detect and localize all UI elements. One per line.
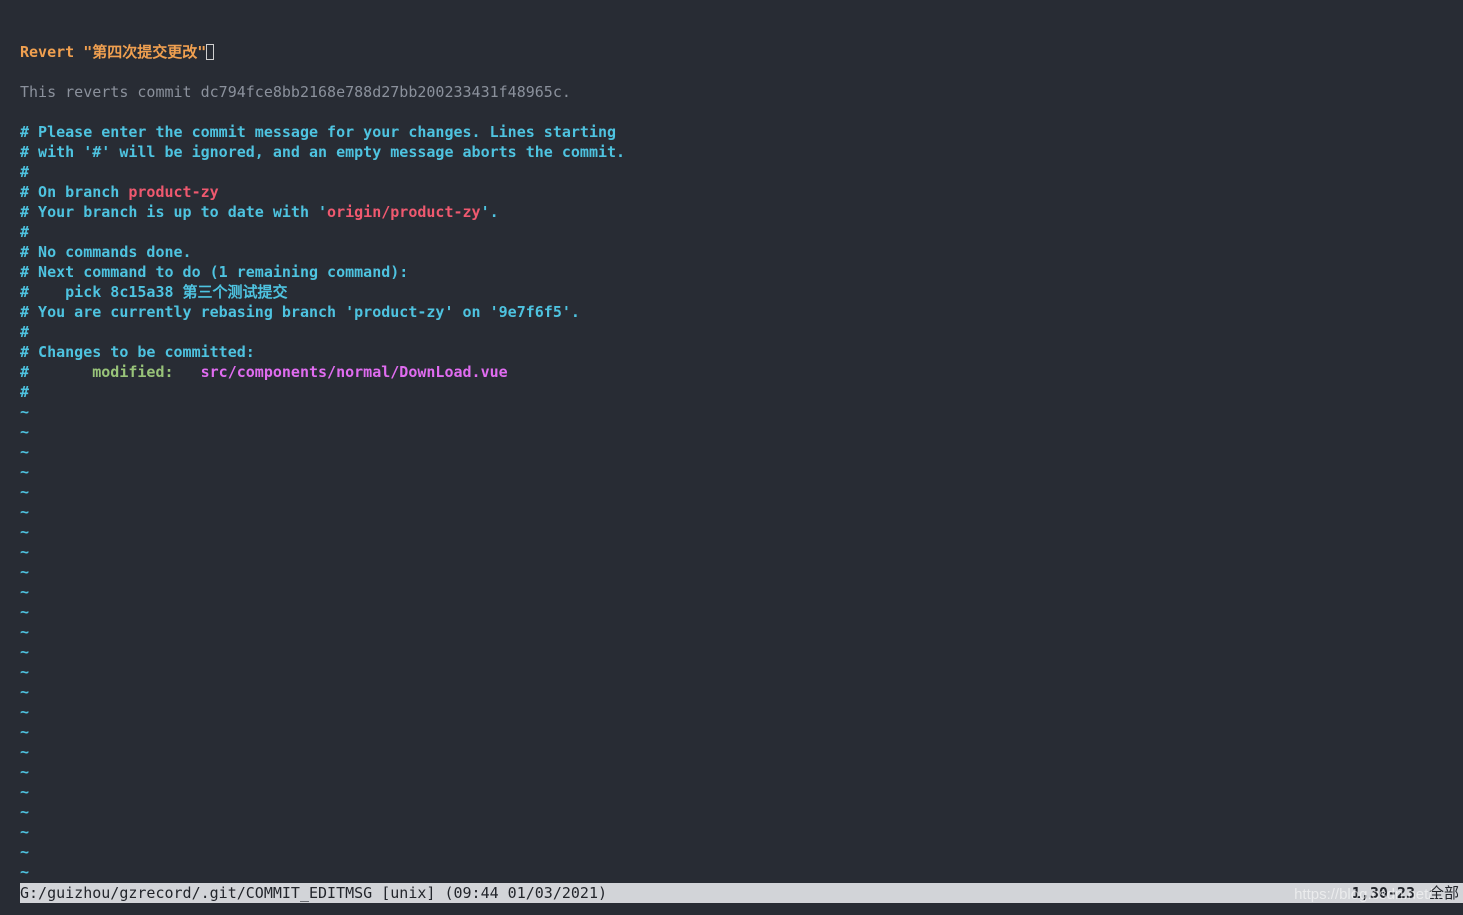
tilde-line: ~ — [20, 643, 30, 661]
modified-label: modified: — [92, 363, 174, 381]
pick-line: # pick 8c15a38 第三个测试提交 — [20, 282, 1463, 302]
comment-line: # — [20, 383, 30, 401]
changes-header-line: # Changes to be committed: — [20, 343, 255, 361]
commit-title-message: "第四次提交更改" — [83, 43, 207, 61]
status-bar: G:/guizhou/gzrecord/.git/COMMIT_EDITMSG … — [20, 883, 1463, 903]
tilde-line: ~ — [20, 563, 30, 581]
remote-branch-name: origin/product-zy — [327, 203, 481, 221]
text-cursor — [206, 44, 215, 60]
vim-editor[interactable]: Revert "第四次提交更改" This reverts commit dc7… — [0, 0, 1463, 915]
comment-line: # — [20, 323, 30, 341]
tilde-line: ~ — [20, 743, 30, 761]
tilde-line: ~ — [20, 603, 30, 621]
branch-name: product-zy — [128, 183, 219, 201]
tilde-line: ~ — [20, 703, 30, 721]
tilde-line: ~ — [20, 763, 30, 781]
tilde-line: ~ — [20, 543, 30, 561]
up-to-date-line: # Your branch is up to date with 'origin… — [20, 202, 1463, 222]
tilde-line: ~ — [20, 403, 30, 421]
rebasing-line: # You are currently rebasing branch 'pro… — [20, 303, 580, 321]
tilde-line: ~ — [20, 443, 30, 461]
comment-line: # — [20, 163, 30, 181]
tilde-line: ~ — [20, 423, 30, 441]
comment-line: # — [20, 223, 30, 241]
tilde-line: ~ — [20, 663, 30, 681]
modified-file: src/components/normal/DownLoad.vue — [200, 363, 508, 381]
tilde-line: ~ — [20, 723, 30, 741]
on-branch-prefix: # On branch — [20, 183, 129, 201]
up-to-date-suffix: '. — [480, 203, 499, 221]
status-file-info: G:/guizhou/gzrecord/.git/COMMIT_EDITMSG … — [20, 884, 607, 902]
tilde-line: ~ — [20, 623, 30, 641]
buffer-lines[interactable]: Revert "第四次提交更改" This reverts commit dc7… — [20, 42, 1463, 882]
modified-gap — [174, 363, 201, 381]
tilde-line: ~ — [20, 803, 30, 821]
comment-line: # Please enter the commit message for yo… — [20, 123, 617, 141]
empty-buffer-lines: ~ ~ ~ ~ ~ ~ ~ ~ ~ ~ ~ ~ ~ ~ ~ ~ ~ ~ ~ ~ ~ ~ ~ ~ — [20, 402, 1463, 882]
tilde-line: ~ — [20, 783, 30, 801]
modified-line: # modified: src/components/normal/DownLo… — [20, 362, 1463, 382]
up-to-date-prefix: # Your branch is up to date with ' — [20, 203, 328, 221]
no-commands-line: # No commands done. — [20, 243, 192, 261]
tilde-line: ~ — [20, 503, 30, 521]
modified-hash: # — [20, 363, 93, 381]
pick-command: pick 8c15a38 第三个测试提交 — [65, 283, 288, 301]
tilde-line: ~ — [20, 823, 30, 841]
tilde-line: ~ — [20, 463, 30, 481]
tilde-line: ~ — [20, 683, 30, 701]
reverts-line: This reverts commit dc794fce8bb2168e788d… — [20, 83, 571, 101]
pick-hash: # — [20, 283, 66, 301]
tilde-line: ~ — [20, 843, 30, 861]
tilde-line: ~ — [20, 863, 30, 881]
tilde-line: ~ — [20, 583, 30, 601]
commit-title-prefix: Revert — [20, 43, 84, 61]
on-branch-line: # On branch product-zy — [20, 182, 1463, 202]
watermark: https://blog.csdn.net/... — [1294, 886, 1445, 903]
commit-title-line: Revert "第四次提交更改" — [20, 42, 1463, 62]
tilde-line: ~ — [20, 523, 30, 541]
tilde-line: ~ — [20, 483, 30, 501]
comment-line: # with '#' will be ignored, and an empty… — [20, 143, 626, 161]
next-command-line: # Next command to do (1 remaining comman… — [20, 263, 409, 281]
